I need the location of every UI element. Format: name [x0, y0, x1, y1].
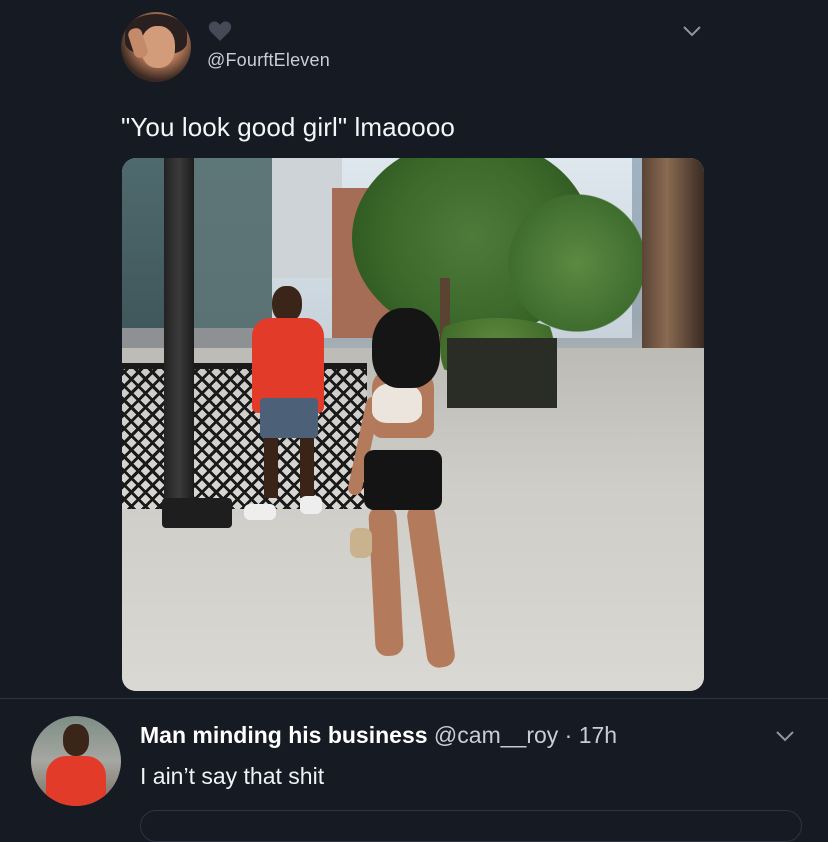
divider: [0, 698, 828, 699]
tweet-text: "You look good girl" lmaoooo: [121, 112, 455, 142]
photo-man-shorts: [260, 398, 318, 438]
reply-media-card[interactable]: [140, 810, 802, 842]
reply-display-name[interactable]: Man minding his business: [140, 722, 428, 748]
photo-planter: [447, 338, 557, 408]
chevron-down-icon[interactable]: [775, 729, 795, 743]
photo-woman-shorts: [364, 450, 442, 510]
reply-avatar[interactable]: [31, 716, 121, 806]
heart-icon[interactable]: [208, 20, 232, 42]
photo-woman-bag: [350, 528, 372, 558]
photo-pole: [164, 158, 194, 518]
photo-woman-top: [372, 383, 422, 423]
avatar[interactable]: [121, 12, 191, 82]
tweet-photo[interactable]: [122, 158, 704, 691]
avatar-body: [46, 756, 106, 806]
avatar-head: [63, 724, 89, 756]
photo-man-shoe: [300, 496, 322, 514]
reply-text: I ain’t say that shit: [140, 763, 325, 789]
reply-header: Man minding his business @cam__roy · 17h: [140, 722, 617, 749]
photo-man-leg: [264, 438, 278, 498]
photo-woman-hair: [372, 308, 440, 388]
photo-pole-base: [162, 498, 232, 528]
reply-handle-time[interactable]: @cam__roy · 17h: [428, 722, 617, 748]
user-handle[interactable]: @FourftEleven: [207, 50, 330, 71]
photo-man-shoe: [244, 504, 276, 520]
photo-man-leg: [300, 438, 314, 498]
chevron-down-icon[interactable]: [682, 24, 702, 38]
photo-fence: [122, 363, 367, 509]
photo-man-head: [272, 286, 302, 322]
